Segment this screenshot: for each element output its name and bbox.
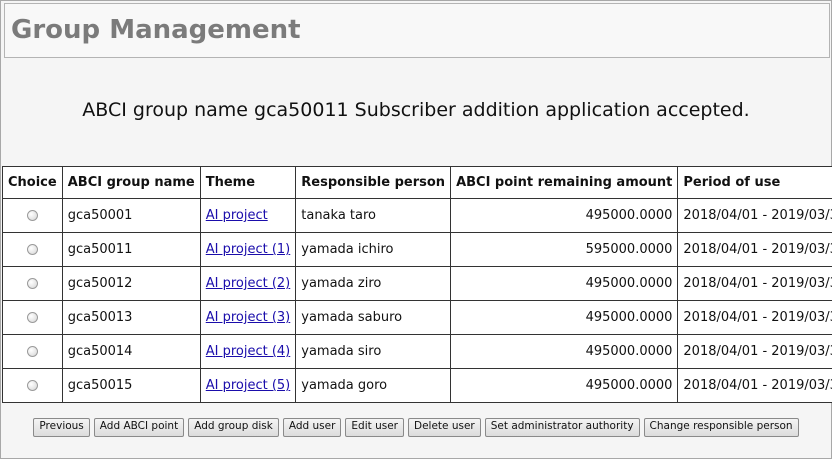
edit-user-button[interactable]: Edit user: [345, 418, 404, 437]
choice-radio[interactable]: [26, 244, 38, 255]
choice-cell: [2, 368, 63, 403]
theme-link[interactable]: AI project (5): [206, 378, 291, 393]
add-user-button[interactable]: Add user: [282, 418, 342, 437]
point-remaining-cell: 495000.0000: [450, 300, 679, 335]
choice-radio[interactable]: [26, 210, 38, 221]
theme-link[interactable]: AI project (3): [206, 310, 291, 325]
add-group-disk-button[interactable]: Add group disk: [188, 418, 279, 437]
responsible-person-cell: yamada ichiro: [295, 232, 452, 267]
responsible-person-cell: yamada saburo: [295, 300, 452, 335]
theme-cell: AI project (1): [199, 232, 297, 267]
responsible-person-cell: yamada ziro: [295, 266, 452, 301]
table-row: gca50015 AI project (5) yamada goro 4950…: [2, 368, 832, 403]
period-cell: 2018/04/01 - 2019/03/31: [677, 334, 832, 369]
point-remaining-cell: 595000.0000: [450, 232, 679, 267]
choice-cell: [2, 232, 63, 267]
table-row: gca50012 AI project (2) yamada ziro 4950…: [2, 266, 832, 301]
theme-cell: AI project (2): [199, 266, 297, 301]
group-name-cell: gca50014: [61, 334, 201, 369]
table-row: gca50011 AI project (1) yamada ichiro 59…: [2, 232, 832, 267]
choice-cell: [2, 198, 63, 233]
group-name-cell: gca50011: [61, 232, 201, 267]
group-name-cell: gca50012: [61, 266, 201, 301]
theme-cell: AI project (3): [199, 300, 297, 335]
page-header: Group Management: [4, 3, 830, 58]
responsible-person-cell: yamada goro: [295, 368, 452, 403]
point-remaining-cell: 495000.0000: [450, 266, 679, 301]
group-name-cell: gca50013: [61, 300, 201, 335]
table-header-row: Choice ABCI group name Theme Responsible…: [2, 166, 832, 199]
period-cell: 2018/04/01 - 2019/03/31: [677, 300, 832, 335]
period-cell: 2018/04/01 - 2019/03/31: [677, 198, 832, 233]
group-table: Choice ABCI group name Theme Responsible…: [2, 166, 832, 403]
set-administrator-authority-button[interactable]: Set administrator authority: [484, 418, 640, 437]
column-header-group-name: ABCI group name: [61, 166, 201, 199]
add-abci-point-button[interactable]: Add ABCI point: [93, 418, 185, 437]
point-remaining-cell: 495000.0000: [450, 334, 679, 369]
column-header-theme: Theme: [199, 166, 297, 199]
table-row: gca50001 AI project tanaka taro 495000.0…: [2, 198, 832, 233]
period-cell: 2018/04/01 - 2019/03/31: [677, 368, 832, 403]
group-name-cell: gca50001: [61, 198, 201, 233]
group-name-cell: gca50015: [61, 368, 201, 403]
table-row: gca50014 AI project (4) yamada siro 4950…: [2, 334, 832, 369]
theme-cell: AI project (5): [199, 368, 297, 403]
choice-radio[interactable]: [26, 346, 38, 357]
period-cell: 2018/04/01 - 2019/03/31: [677, 266, 832, 301]
column-header-period: Period of use: [677, 166, 832, 199]
status-message: ABCI group name gca50011 Subscriber addi…: [82, 99, 750, 121]
theme-link[interactable]: AI project (2): [206, 276, 291, 291]
choice-radio[interactable]: [26, 380, 38, 391]
point-remaining-cell: 495000.0000: [450, 198, 679, 233]
previous-button[interactable]: Previous: [33, 418, 90, 437]
choice-radio[interactable]: [26, 312, 38, 323]
responsible-person-cell: yamada siro: [295, 334, 452, 369]
choice-cell: [2, 266, 63, 301]
theme-link[interactable]: AI project (1): [206, 242, 291, 257]
period-cell: 2018/04/01 - 2019/03/31: [677, 232, 832, 267]
theme-link[interactable]: AI project: [206, 208, 268, 223]
choice-cell: [2, 300, 63, 335]
theme-cell: AI project: [199, 198, 297, 233]
theme-cell: AI project (4): [199, 334, 297, 369]
choice-cell: [2, 334, 63, 369]
action-bar: Previous Add ABCI point Add group disk A…: [0, 418, 832, 437]
column-header-choice: Choice: [2, 166, 63, 199]
column-header-responsible-person: Responsible person: [295, 166, 452, 199]
choice-radio[interactable]: [26, 278, 38, 289]
change-responsible-person-button[interactable]: Change responsible person: [643, 418, 799, 437]
table-row: gca50013 AI project (3) yamada saburo 49…: [2, 300, 832, 335]
theme-link[interactable]: AI project (4): [206, 344, 291, 359]
delete-user-button[interactable]: Delete user: [408, 418, 481, 437]
responsible-person-cell: tanaka taro: [295, 198, 452, 233]
column-header-point-remaining: ABCI point remaining amount: [450, 166, 679, 199]
point-remaining-cell: 495000.0000: [450, 368, 679, 403]
page-title: Group Management: [11, 15, 301, 45]
